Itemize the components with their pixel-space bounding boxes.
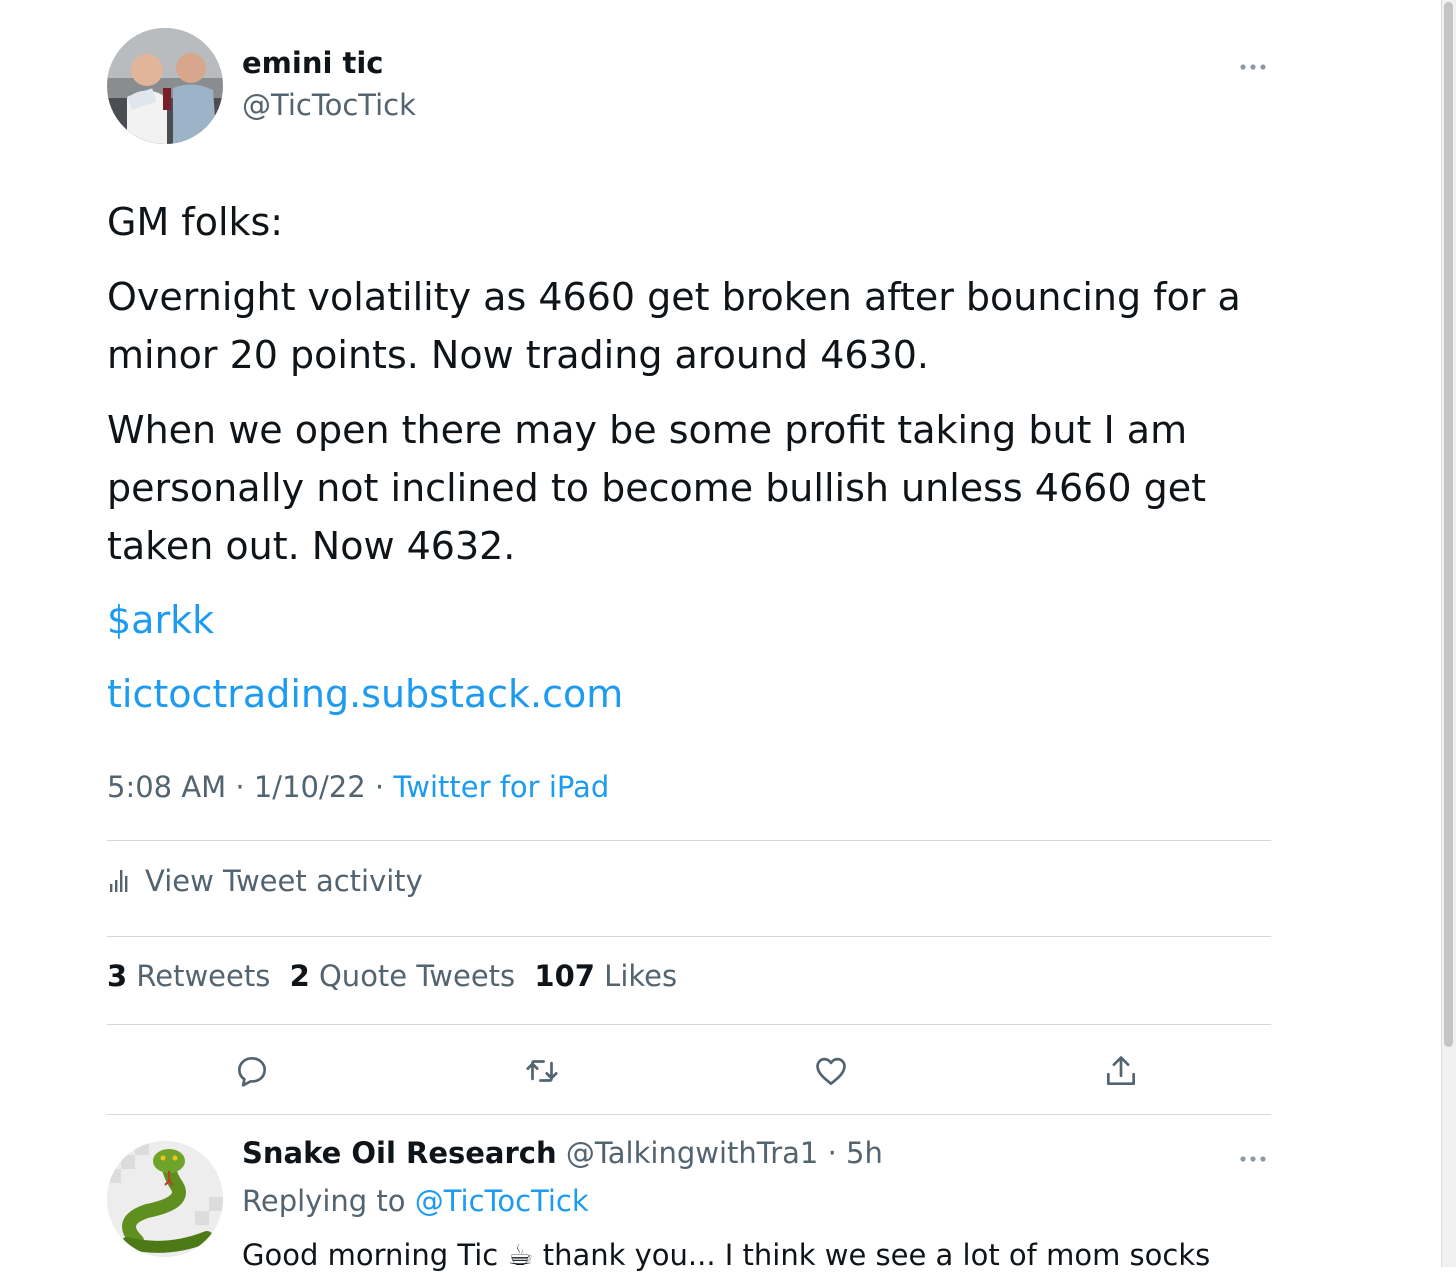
tweet-paragraph-outlook: When we open there may be some profit ta…	[107, 408, 1206, 568]
retweet-icon	[526, 1060, 558, 1082]
like-button[interactable]	[808, 1048, 854, 1094]
substack-link[interactable]: tictoctrading.substack.com	[107, 672, 623, 716]
cashtag-link[interactable]: $arkk	[107, 598, 214, 642]
scrollbar-thumb[interactable]	[1444, 2, 1453, 1047]
reply-author-handle[interactable]: @TalkingwithTra1	[566, 1136, 819, 1170]
replying-to-handle-link[interactable]: @TicTocTick	[415, 1184, 589, 1218]
tweet-source-link[interactable]: Twitter for iPad	[393, 770, 609, 804]
share-button[interactable]	[1098, 1048, 1144, 1094]
author-name[interactable]: emini tic	[242, 46, 384, 80]
tweet-stats: 3 Retweets 2 Quote Tweets 107 Likes	[107, 959, 687, 993]
divider	[107, 1024, 1271, 1025]
divider	[107, 840, 1271, 841]
tweet-meta: 5:08 AM · 1/10/22 · Twitter for iPad	[107, 770, 610, 804]
quote-tweets-stat[interactable]: 2 Quote Tweets	[290, 959, 516, 993]
likes-stat[interactable]: 107 Likes	[534, 959, 677, 993]
replying-to: Replying to @TicTocTick	[242, 1184, 589, 1218]
author-avatar[interactable]	[107, 28, 223, 144]
analytics-icon	[110, 870, 128, 892]
tweet-date[interactable]: 1/10/22	[254, 770, 366, 804]
reply-time[interactable]: 5h	[846, 1136, 883, 1170]
reply-icon	[237, 1056, 267, 1087]
tweet-paragraph-greeting: GM folks:	[107, 200, 284, 244]
divider	[107, 936, 1271, 937]
more-options-button[interactable]	[1235, 55, 1271, 79]
heart-icon	[816, 1057, 846, 1086]
more-icon	[1240, 1156, 1266, 1162]
tweet-paragraph-overnight: Overnight volatility as 4660 get broken …	[107, 275, 1241, 377]
share-icon	[1106, 1056, 1136, 1086]
reply-button[interactable]	[229, 1048, 275, 1094]
reply-more-options-button[interactable]	[1235, 1147, 1271, 1171]
view-tweet-activity-label: View Tweet activity	[145, 864, 423, 898]
divider	[107, 1114, 1271, 1115]
more-icon	[1240, 64, 1266, 70]
retweet-button[interactable]	[519, 1048, 565, 1094]
author-handle[interactable]: @TicTocTick	[242, 88, 416, 122]
reply-author-name[interactable]: Snake Oil Research	[242, 1136, 557, 1170]
view-tweet-activity-link[interactable]: View Tweet activity	[107, 864, 423, 898]
tweet-time[interactable]: 5:08 AM	[107, 770, 226, 804]
retweets-stat[interactable]: 3 Retweets	[107, 959, 270, 993]
reply-author-avatar[interactable]	[107, 1141, 223, 1257]
scrollbar[interactable]	[1441, 0, 1456, 1267]
